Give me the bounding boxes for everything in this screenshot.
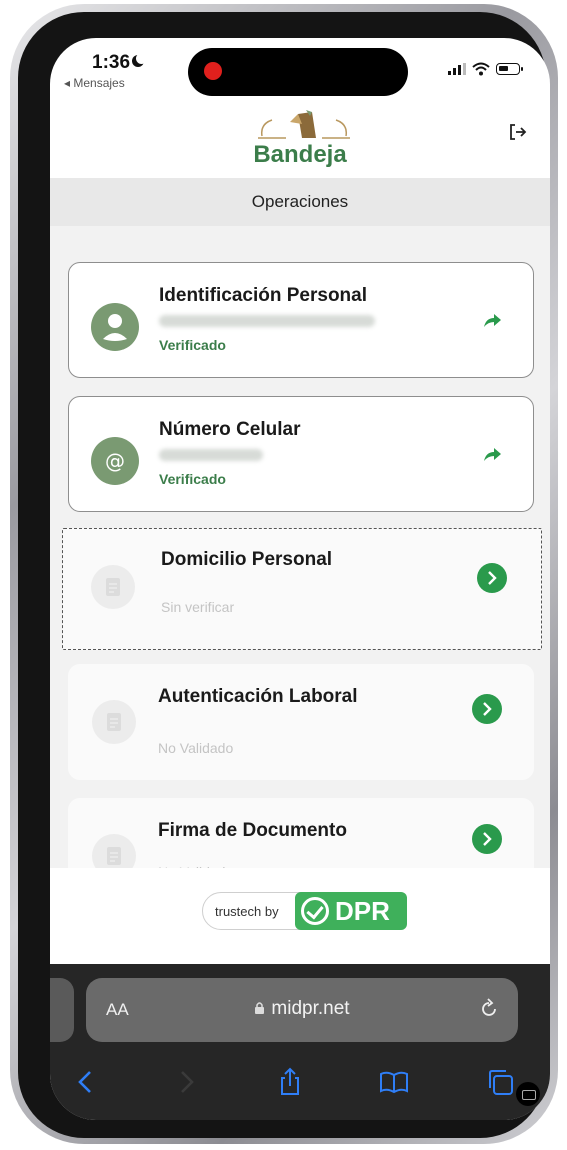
dynamic-island (188, 48, 408, 96)
address-bar[interactable]: AA midpr.net (86, 978, 518, 1042)
svg-text:@: @ (105, 449, 125, 473)
card-title: Firma de Documento (158, 820, 347, 841)
safari-toolbar (50, 1060, 550, 1104)
cellular-signal-icon (448, 63, 466, 75)
wifi-icon (472, 62, 490, 76)
card-title: Domicilio Personal (161, 549, 333, 570)
share-icon[interactable] (274, 1066, 306, 1098)
dpr-brand-text: DPR (335, 896, 390, 926)
focus-moon-icon (132, 53, 148, 67)
previous-tab-preview[interactable] (50, 978, 74, 1042)
at-icon: @ (91, 437, 139, 485)
card-title: Identificación Personal (159, 285, 367, 306)
chevron-right-icon[interactable] (477, 563, 507, 593)
chevron-right-icon[interactable] (472, 694, 502, 724)
operation-card-laboral[interactable]: Autenticación Laboral No Validado (68, 664, 534, 780)
status-time: 1:36 (92, 52, 148, 74)
user-icon (91, 303, 139, 351)
bookmarks-icon[interactable] (378, 1066, 410, 1098)
phone-screen: 1:36 ◂ Mensajes Bandeja Operaciones Iden… (50, 38, 550, 1120)
operation-card-identificacion[interactable]: Identificación Personal Verificado (68, 262, 534, 378)
document-icon (92, 700, 136, 744)
chevron-right-icon[interactable] (472, 824, 502, 854)
card-status: Verificado (159, 337, 226, 353)
back-to-messages-link[interactable]: ◂ Mensajes (64, 76, 125, 90)
reload-icon[interactable] (478, 998, 500, 1020)
section-header: Operaciones (50, 178, 550, 226)
back-chevron-icon[interactable] (70, 1066, 102, 1098)
card-status: No Validado (158, 740, 234, 756)
check-circle-icon (301, 897, 329, 925)
share-arrow-icon[interactable] (481, 309, 503, 331)
battery-icon (496, 63, 523, 75)
url-text: midpr.net (271, 998, 350, 1019)
card-status: Verificado (159, 471, 226, 487)
operation-card-celular[interactable]: @ Número Celular Verificado (68, 396, 534, 512)
app-logo (258, 110, 350, 139)
document-icon (91, 565, 135, 609)
redacted-id-value (159, 315, 375, 327)
dpr-logo: DPR (295, 892, 407, 930)
redacted-phone-value (159, 449, 263, 461)
card-status: Sin verificar (161, 599, 235, 615)
card-title: Número Celular (159, 419, 301, 440)
tabs-icon[interactable] (484, 1066, 516, 1098)
trust-text: trustech by (215, 904, 279, 919)
share-arrow-icon[interactable] (481, 443, 503, 465)
footer: trustech by DPR (50, 868, 550, 964)
trustech-badge: trustech by DPR (202, 892, 407, 930)
recording-indicator-icon (204, 62, 222, 80)
card-title: Autenticación Laboral (158, 686, 358, 707)
tab-overview-badge-icon (516, 1082, 540, 1106)
operations-list: Identificación Personal Verificado @ Núm… (50, 226, 550, 914)
page-title: Bandeja (253, 141, 347, 168)
url-display[interactable]: midpr.net (86, 998, 518, 1020)
logout-icon[interactable] (508, 122, 528, 142)
status-icons (448, 62, 523, 76)
forward-chevron-icon[interactable] (170, 1066, 202, 1098)
operation-card-domicilio[interactable]: Domicilio Personal Sin verificar (62, 528, 542, 650)
lock-icon (255, 1002, 265, 1014)
safari-bottom-bar: AA midpr.net (50, 964, 550, 1120)
